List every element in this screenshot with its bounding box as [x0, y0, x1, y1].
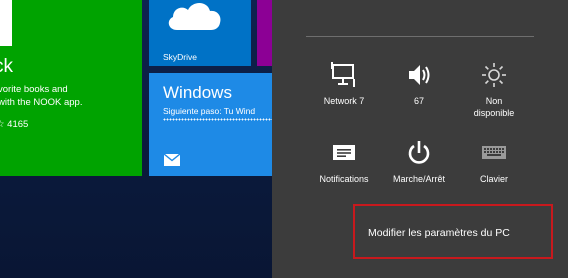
change-pc-settings-label: Modifier les paramètres du PC [368, 227, 510, 239]
power-label: Marche/Arrêt [392, 174, 445, 184]
purple-tile[interactable] [257, 0, 272, 66]
power-button[interactable]: Marche/Arrêt [379, 140, 459, 186]
nook-desc-line1: vorite books and [0, 84, 68, 95]
brightness-label-line1: Non [485, 96, 503, 106]
notifications-button[interactable]: Notifications [304, 140, 384, 186]
network-label: Network 7 [323, 96, 365, 106]
power-icon [379, 140, 459, 166]
change-pc-settings-link[interactable]: Modifier les paramètres du PC [353, 204, 553, 259]
windows-tile[interactable]: Windows Siguiente paso: Tu Wind [149, 73, 272, 176]
nook-tile-title: ck [0, 56, 13, 77]
sun-icon [454, 62, 534, 88]
network-button[interactable]: Network 7 [304, 62, 384, 108]
pane-divider [306, 36, 534, 37]
network-icon [304, 62, 384, 88]
keyboard-button[interactable]: Clavier [454, 140, 534, 186]
brightness-button[interactable]: Non disponible [454, 62, 534, 119]
windows-tile-title: Windows [163, 83, 232, 102]
skydrive-tile[interactable]: SkyDrive [149, 0, 251, 66]
mail-icon [163, 153, 181, 171]
start-screen: ck vorite books and with the NOOK app. ☆… [0, 0, 272, 278]
nook-logo-fragment [0, 0, 12, 46]
settings-pane: Network 7 67 Non disponible Notification… [272, 0, 568, 278]
windows-tile-subtitle: Siguiente paso: Tu Wind [163, 106, 256, 116]
brightness-label-line2: disponible [473, 107, 515, 118]
keyboard-icon [454, 140, 534, 166]
volume-button[interactable]: 67 [379, 62, 459, 108]
nook-tile-rating: ☆ 4165 [0, 119, 29, 130]
nook-tile-description: vorite books and with the NOOK app. [0, 83, 142, 109]
keyboard-label: Clavier [479, 174, 508, 184]
nook-tile[interactable]: ck vorite books and with the NOOK app. ☆… [0, 0, 142, 176]
nook-desc-line2: with the NOOK app. [0, 97, 83, 108]
skydrive-tile-label: SkyDrive [163, 52, 198, 62]
volume-label: 67 [413, 96, 424, 106]
speaker-icon [379, 62, 459, 88]
windows-tile-dotted-line [163, 118, 272, 121]
notifications-icon [304, 140, 384, 166]
cloud-icon [165, 0, 223, 37]
notifications-label: Notifications [319, 174, 369, 184]
